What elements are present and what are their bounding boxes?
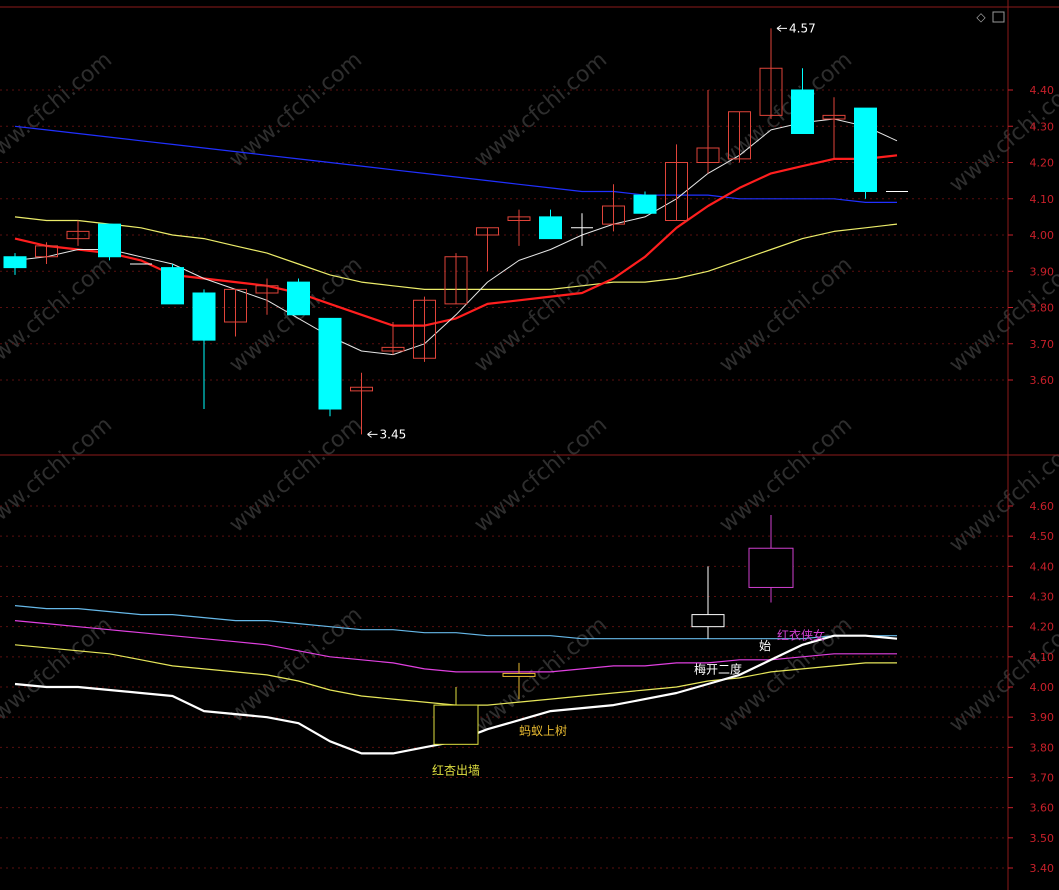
candle-body-down — [192, 292, 216, 341]
candle-body-down — [287, 281, 310, 316]
tick-label-upper: 4.20 — [1030, 157, 1055, 170]
candle-body-down — [539, 216, 562, 240]
candle — [696, 90, 720, 174]
tick-label-lower: 3.50 — [1030, 832, 1055, 845]
watermark-text: www.cfchi.com — [0, 412, 117, 537]
candle — [287, 278, 310, 316]
candle-body-down — [98, 223, 121, 258]
watermark-text: www.cfchi.com — [225, 602, 367, 727]
candle — [66, 220, 90, 246]
candle — [507, 209, 531, 246]
start-note: 始 — [759, 639, 771, 653]
chart-stage: www.cfchi.com www.cfchi.com www.cfchi.com w… — [0, 0, 1059, 890]
pattern-body — [433, 704, 479, 745]
candle — [318, 317, 342, 417]
tick-label-lower: 3.90 — [1030, 711, 1055, 724]
watermark-text: www.cfchi.com — [225, 47, 367, 172]
candle — [854, 107, 877, 199]
tick-label-lower: 4.50 — [1030, 530, 1055, 543]
tick-label-lower: 4.30 — [1030, 591, 1055, 604]
candle — [224, 288, 247, 337]
tick-label-lower: 4.10 — [1030, 651, 1055, 664]
candlestick-panel: 4.57 3.45 — [3, 21, 908, 441]
candle — [476, 227, 499, 272]
watermark-text: www.cfchi.com — [470, 47, 612, 172]
pattern-label: 梅开二度 — [694, 662, 742, 677]
pattern-body — [502, 672, 536, 677]
pattern-candle: 红衣侠女 — [748, 515, 825, 643]
candle — [665, 144, 688, 221]
candle — [161, 264, 184, 305]
candle-body-down — [161, 267, 184, 305]
tick-label-lower: 4.00 — [1030, 681, 1055, 694]
candle — [381, 322, 405, 355]
candle — [413, 296, 436, 362]
extreme-price-label: 3.45 — [380, 427, 407, 441]
watermark-text: www.cfchi.com — [225, 412, 367, 537]
tick-label-lower: 4.20 — [1030, 621, 1055, 634]
tick-label-upper: 4.40 — [1030, 84, 1055, 97]
indicator-panel: 红杏出墙 蚂蚁上树 梅开二度 红衣侠女始 — [14, 515, 898, 777]
tick-label-lower: 4.40 — [1030, 560, 1055, 573]
candle — [822, 97, 846, 159]
watermark-text: www.cfchi.com — [0, 47, 117, 172]
tick-label-upper: 3.70 — [1030, 338, 1055, 351]
tick-label-upper: 3.90 — [1030, 265, 1055, 278]
candle — [98, 223, 121, 261]
pattern-candle: 红杏出墙 — [432, 687, 480, 777]
candle — [35, 242, 58, 264]
candle-body-down — [318, 317, 342, 410]
candle — [571, 213, 593, 246]
candle — [444, 253, 468, 305]
tick-label-lower: 4.60 — [1030, 500, 1055, 513]
candle — [539, 209, 562, 240]
pattern-body — [691, 614, 725, 628]
tick-label-upper: 4.10 — [1030, 193, 1055, 206]
pattern-label: 蚂蚁上树 — [519, 723, 567, 738]
candle — [633, 191, 657, 214]
tick-label-lower: 3.40 — [1030, 862, 1055, 875]
watermark-text: www.cfchi.com — [715, 47, 857, 172]
tick-label-upper: 4.00 — [1030, 229, 1055, 242]
tick-label-upper: 4.30 — [1030, 120, 1055, 133]
top-toolbar: ◇ — [976, 10, 1005, 24]
grid-lines — [0, 89, 1008, 869]
tick-label-lower: 3.80 — [1030, 741, 1055, 754]
extreme-price-label: 4.57 — [789, 21, 816, 35]
candle — [192, 289, 216, 409]
watermark-text: www.cfchi.com — [470, 612, 612, 737]
pattern-label: 红衣侠女 — [777, 628, 825, 643]
watermark-text: www.cfchi.com — [715, 412, 857, 537]
watermark-text: www.cfchi.com — [0, 612, 117, 737]
candle-body-down — [854, 107, 877, 192]
restore-window-icon[interactable] — [992, 11, 1005, 23]
tick-label-upper: 3.80 — [1030, 302, 1055, 315]
diamond-icon[interactable]: ◇ — [976, 10, 986, 24]
watermark-text: www.cfchi.com — [470, 412, 612, 537]
pattern-body — [748, 547, 794, 588]
tick-label-upper: 3.60 — [1030, 374, 1055, 387]
tick-label-lower: 3.70 — [1030, 772, 1055, 785]
candle-body-down — [633, 194, 657, 214]
candle-body-down — [791, 89, 814, 134]
candle-body-down — [3, 256, 27, 269]
stock-chart[interactable]: www.cfchi.com www.cfchi.com www.cfchi.com w… — [0, 0, 1059, 890]
pattern-label: 红杏出墙 — [432, 762, 480, 777]
watermark-text: www.cfchi.com — [0, 252, 117, 377]
tick-label-lower: 3.60 — [1030, 802, 1055, 815]
